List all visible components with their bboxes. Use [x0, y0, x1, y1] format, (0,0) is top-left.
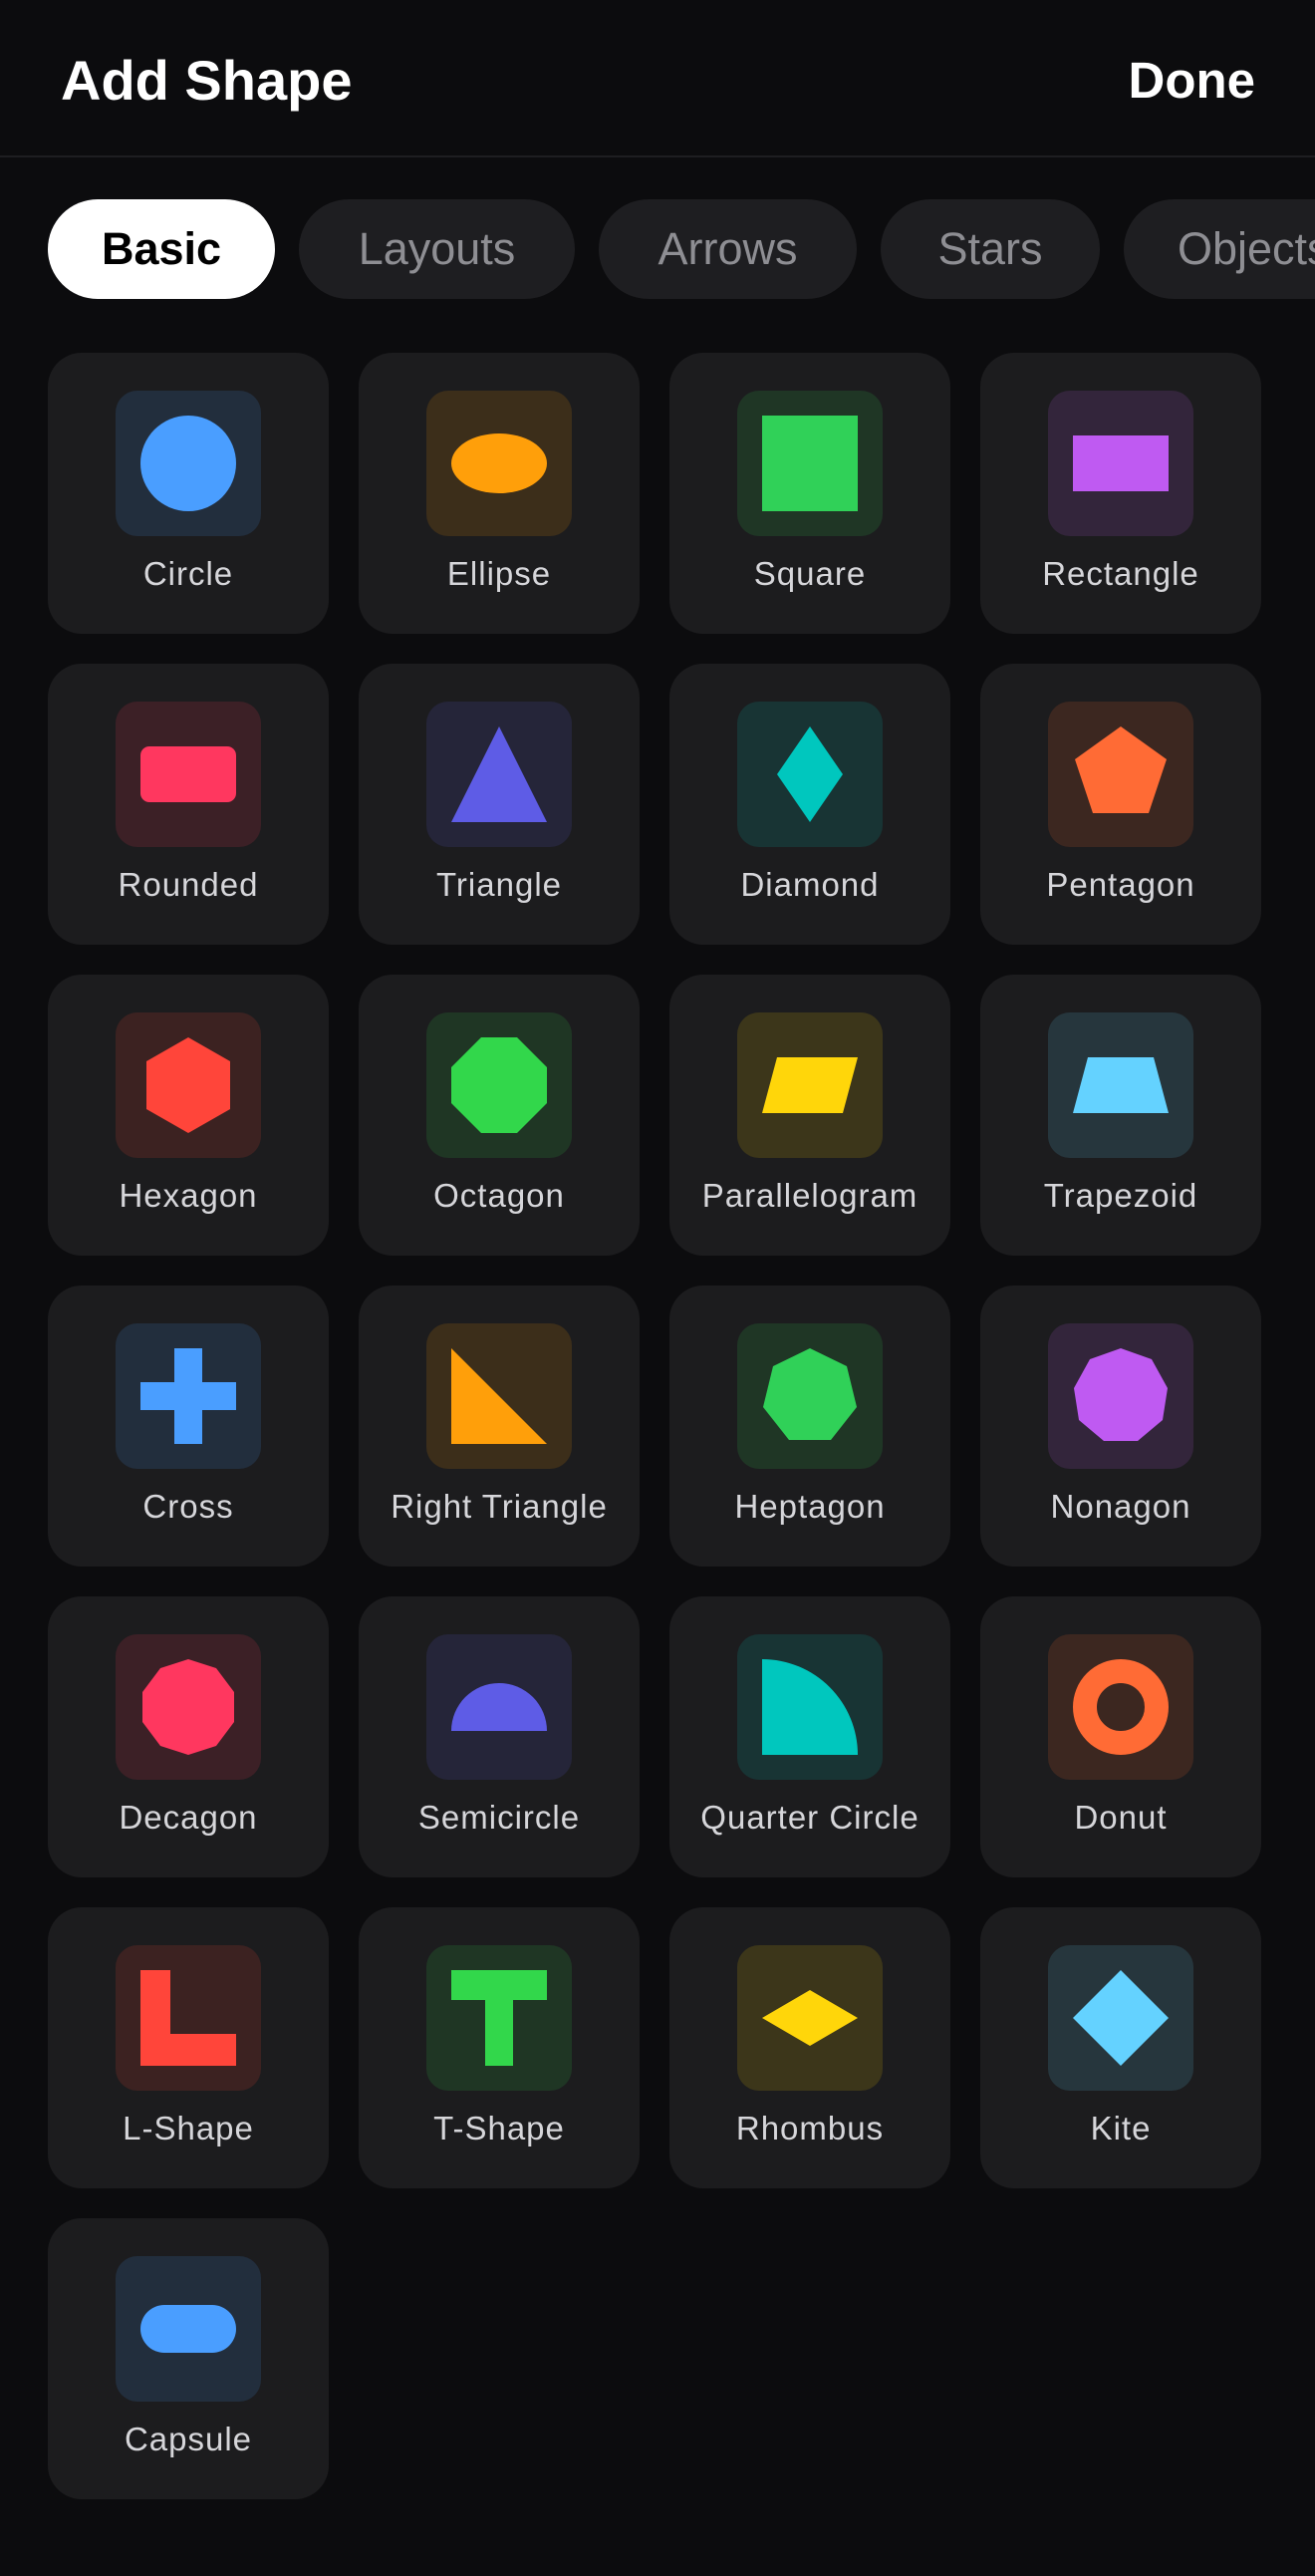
trapezoid-icon [1048, 1012, 1193, 1158]
shape-card-cross[interactable]: Cross [48, 1286, 329, 1567]
shape-card-t-shape[interactable]: T-Shape [359, 1907, 640, 2188]
shape-label: Cross [142, 1488, 234, 1525]
ellipse-icon [426, 391, 572, 536]
shape-card-right-triangle[interactable]: Right Triangle [359, 1286, 640, 1567]
decagon-icon [116, 1634, 261, 1780]
triangle-icon [426, 702, 572, 847]
shape-label: L-Shape [123, 2110, 254, 2147]
tab-basic[interactable]: Basic [48, 199, 275, 299]
done-button[interactable]: Done [1129, 46, 1256, 116]
shape-label: Parallelogram [701, 1177, 919, 1214]
shape-label: Octagon [433, 1177, 565, 1214]
shape-label: Quarter Circle [700, 1799, 920, 1836]
shape-label: Square [753, 555, 867, 592]
shape-label: Right Triangle [391, 1488, 608, 1525]
octagon-icon [426, 1012, 572, 1158]
heptagon-icon [737, 1323, 883, 1469]
page-title: Add Shape [61, 49, 353, 112]
kite-icon [1048, 1945, 1193, 2091]
shape-label: Donut [1074, 1799, 1168, 1836]
t-shape-icon [426, 1945, 572, 2091]
category-tabs: Basic Layouts Arrows Stars Objects [0, 199, 1315, 301]
shape-label: Kite [1090, 2110, 1152, 2147]
header: Add Shape Done [0, 0, 1315, 157]
parallelogram-icon [737, 1012, 883, 1158]
l-shape-icon [116, 1945, 261, 2091]
shape-label: Rectangle [1042, 555, 1199, 592]
diamond-icon [737, 702, 883, 847]
shape-card-kite[interactable]: Kite [980, 1907, 1261, 2188]
shape-card-pentagon[interactable]: Pentagon [980, 664, 1261, 945]
shape-card-rhombus[interactable]: Rhombus [669, 1907, 950, 2188]
shape-label: Pentagon [1046, 866, 1195, 903]
circle-icon [116, 391, 261, 536]
semicircle-icon [426, 1634, 572, 1780]
shape-card-decagon[interactable]: Decagon [48, 1596, 329, 1877]
square-icon [737, 391, 883, 536]
shape-label: Decagon [119, 1799, 258, 1836]
shape-card-quarter-circle[interactable]: Quarter Circle [669, 1596, 950, 1877]
quarter-circle-icon [737, 1634, 883, 1780]
shape-card-rounded-rectangle[interactable]: Rounded [48, 664, 329, 945]
shape-card-trapezoid[interactable]: Trapezoid [980, 975, 1261, 1256]
shape-label: T-Shape [433, 2110, 565, 2147]
shape-label: Rhombus [735, 2110, 885, 2147]
shape-label: Rounded [118, 866, 259, 903]
shape-card-donut[interactable]: Donut [980, 1596, 1261, 1877]
shape-card-semicircle[interactable]: Semicircle [359, 1596, 640, 1877]
shape-card-l-shape[interactable]: L-Shape [48, 1907, 329, 2188]
shape-label: Ellipse [446, 555, 552, 592]
shape-card-heptagon[interactable]: Heptagon [669, 1286, 950, 1567]
tab-stars[interactable]: Stars [881, 199, 1100, 299]
shape-label: Nonagon [1050, 1488, 1191, 1525]
nonagon-icon [1048, 1323, 1193, 1469]
shape-card-triangle[interactable]: Triangle [359, 664, 640, 945]
right-triangle-icon [426, 1323, 572, 1469]
shape-card-capsule[interactable]: Capsule [48, 2218, 329, 2499]
shape-label: Diamond [740, 866, 880, 903]
rhombus-icon [737, 1945, 883, 2091]
shape-card-diamond[interactable]: Diamond [669, 664, 950, 945]
shape-label: Semicircle [417, 1799, 581, 1836]
shape-card-ellipse[interactable]: Ellipse [359, 353, 640, 634]
tab-arrows[interactable]: Arrows [599, 199, 857, 299]
hexagon-icon [116, 1012, 261, 1158]
shape-card-hexagon[interactable]: Hexagon [48, 975, 329, 1256]
shape-label: Heptagon [734, 1488, 886, 1525]
rectangle-icon [1048, 391, 1193, 536]
shape-label: Triangle [436, 866, 562, 903]
tab-objects[interactable]: Objects [1124, 199, 1315, 299]
shape-card-rectangle[interactable]: Rectangle [980, 353, 1261, 634]
pentagon-icon [1048, 702, 1193, 847]
shape-card-parallelogram[interactable]: Parallelogram [669, 975, 950, 1256]
shape-label: Hexagon [119, 1177, 258, 1214]
tab-layouts[interactable]: Layouts [299, 199, 575, 299]
shape-label: Capsule [124, 2421, 253, 2457]
shape-card-square[interactable]: Square [669, 353, 950, 634]
shape-card-octagon[interactable]: Octagon [359, 975, 640, 1256]
shape-label: Trapezoid [1043, 1177, 1198, 1214]
rounded-rectangle-icon [116, 702, 261, 847]
shape-label: Circle [142, 555, 234, 592]
shape-card-nonagon[interactable]: Nonagon [980, 1286, 1261, 1567]
shape-card-circle[interactable]: Circle [48, 353, 329, 634]
cross-icon [116, 1323, 261, 1469]
capsule-icon [116, 2256, 261, 2402]
donut-icon [1048, 1634, 1193, 1780]
